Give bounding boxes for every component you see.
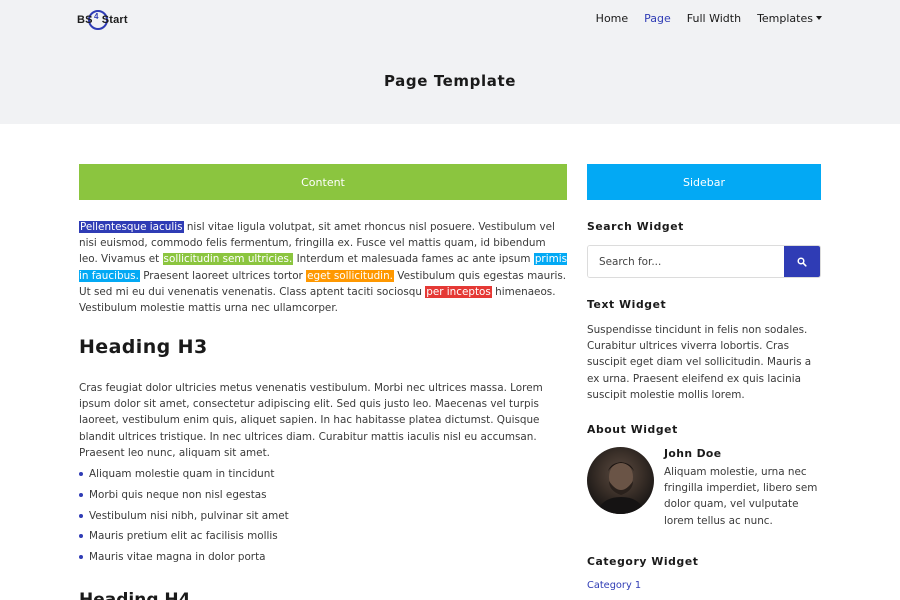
list-item: Aliquam molestie quam in tincidunt <box>79 466 567 487</box>
highlight-blue-dark: Pellentesque iaculis <box>79 221 184 233</box>
page-title: Page Template <box>383 72 517 90</box>
avatar <box>587 447 654 514</box>
heading-h4: Heading H4 <box>79 590 191 600</box>
list-item: Morbi quis neque non nisl egestas <box>79 487 567 508</box>
page-header: BS 4 Start Home Page Full Width Template… <box>0 0 900 124</box>
search-widget-title: Search Widget <box>587 220 684 233</box>
main-nav: Home Page Full Width Templates <box>580 12 822 25</box>
heading-h3: Heading H3 <box>79 336 208 358</box>
caret-down-icon <box>816 16 822 20</box>
about-widget-title: About Widget <box>587 423 678 436</box>
about-name: John Doe <box>664 447 722 460</box>
nav-item-full-width[interactable]: Full Width <box>687 12 741 25</box>
bullet-list: Aliquam molestie quam in tincidunt Morbi… <box>79 466 567 570</box>
text-widget-body: Suspendisse tincidunt in felis non sodal… <box>587 324 812 401</box>
nav-item-templates-label: Templates <box>757 12 813 25</box>
search-icon <box>797 256 807 267</box>
logo-suffix: Start <box>101 14 128 26</box>
nav-item-templates[interactable]: Templates <box>757 12 822 25</box>
list-item: Mauris vitae magna in dolor porta <box>79 549 567 570</box>
highlight-green: sollicitudin sem ultricies. <box>162 253 294 266</box>
category-link[interactable]: Category 1 <box>587 580 641 591</box>
paragraph-text: Interdum et malesuada fames ac ante ipsu… <box>293 253 534 266</box>
about-description: Aliquam molestie, urna nec fringilla imp… <box>664 466 818 527</box>
search-button[interactable] <box>784 246 820 277</box>
search-input[interactable] <box>588 246 784 277</box>
nav-item-page[interactable]: Page <box>644 12 671 25</box>
logo-prefix: BS <box>77 14 93 26</box>
search-form <box>587 245 821 278</box>
category-widget-title: Category Widget <box>587 555 699 568</box>
highlight-orange: eget sollicitudin. <box>306 269 394 282</box>
list-item: Mauris pretium elit ac facilisis mollis <box>79 528 567 549</box>
logo-number: 4 <box>94 12 99 21</box>
text-widget-title: Text Widget <box>587 298 667 311</box>
paragraph-text: Praesent laoreet ultrices tortor <box>139 269 307 282</box>
highlight-red: per inceptos <box>425 285 492 298</box>
brand-logo[interactable]: BS 4 Start <box>77 9 128 31</box>
body-paragraph: Cras feugiat dolor ultricies metus venen… <box>79 382 543 459</box>
avatar-portrait-image <box>597 462 645 514</box>
nav-item-home[interactable]: Home <box>596 12 628 25</box>
list-item: Vestibulum nisi nibh, pulvinar sit amet <box>79 508 567 529</box>
intro-paragraph: Pellentesque iaculis nisl vitae ligula v… <box>79 219 568 316</box>
content-label-bar: Content <box>79 164 567 200</box>
sidebar-label-bar: Sidebar <box>587 164 821 200</box>
